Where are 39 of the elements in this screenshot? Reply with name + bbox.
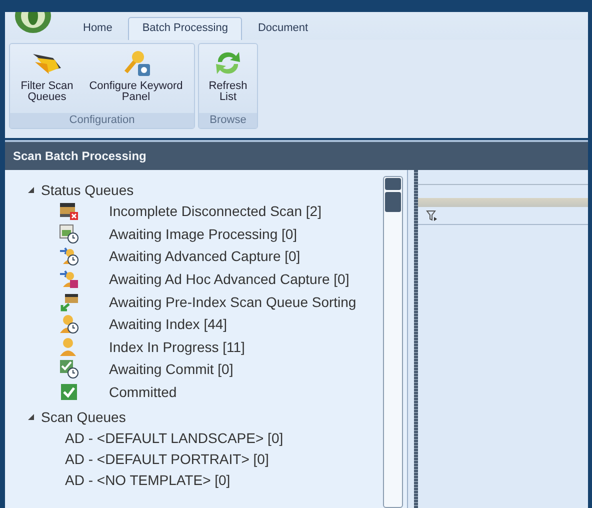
scanner-error-icon <box>59 201 79 222</box>
tree-node[interactable]: Scan Queues <box>41 408 126 425</box>
expanded-triangle-icon[interactable] <box>27 186 35 194</box>
tree-node[interactable]: Status Queues <box>41 182 134 198</box>
tree-item[interactable]: AD - <DEFAULT LANDSCAPE> [0] <box>65 430 284 446</box>
person-arrow-clock-icon <box>59 246 79 266</box>
tree-item[interactable]: Awaiting Commit [0] <box>109 361 234 378</box>
expanded-triangle-icon[interactable] <box>27 412 35 421</box>
tree-item[interactable]: Awaiting Pre-Index Scan Queue Sorting <box>109 294 356 310</box>
check-clock-icon <box>59 359 79 380</box>
ribbon-tab[interactable]: Home <box>69 17 126 40</box>
tree-item[interactable]: Awaiting Image Processing [0] <box>109 226 298 242</box>
ribbon-button[interactable]: Refresh List <box>202 48 254 113</box>
person-icon <box>59 336 79 357</box>
tree-item[interactable]: AD - <NO TEMPLATE> [0] <box>65 472 230 488</box>
scrollbar[interactable] <box>383 176 403 508</box>
ribbon-button[interactable]: Configure Keyword Panel <box>81 48 191 113</box>
app-orb-icon[interactable] <box>13 12 53 34</box>
image-clock-icon <box>59 224 79 244</box>
panel-title: Scan Batch Processing <box>5 140 588 170</box>
tree-item[interactable]: AD - <DEFAULT PORTRAIT> [0] <box>65 450 269 467</box>
filter-icon[interactable] <box>426 210 438 222</box>
splitter[interactable] <box>414 170 418 508</box>
tree-item[interactable]: Awaiting Index [44] <box>109 316 228 332</box>
ribbon-button[interactable]: Filter Scan Queues <box>13 48 81 113</box>
scanner-arrow-icon <box>59 292 79 312</box>
group-label: Configuration <box>10 113 194 128</box>
group-label: Browse <box>199 113 257 128</box>
tree-item[interactable]: Index In Progress [11] <box>109 338 245 355</box>
ribbon-tab[interactable]: Batch Processing <box>128 17 242 40</box>
person-arrow-badge-icon <box>59 269 79 290</box>
tree-item[interactable]: Awaiting Ad Hoc Advanced Capture [0] <box>109 271 350 288</box>
person-clock-icon <box>59 314 79 334</box>
scroll-thumb[interactable] <box>385 192 401 212</box>
ribbon-tab[interactable]: Document <box>244 17 322 40</box>
checkbox-checked-icon <box>59 382 79 402</box>
tree-item[interactable]: Committed <box>109 384 177 400</box>
tree-item[interactable]: Incomplete Disconnected Scan [2] <box>109 203 322 220</box>
tree-item[interactable]: Awaiting Advanced Capture [0] <box>109 248 300 264</box>
